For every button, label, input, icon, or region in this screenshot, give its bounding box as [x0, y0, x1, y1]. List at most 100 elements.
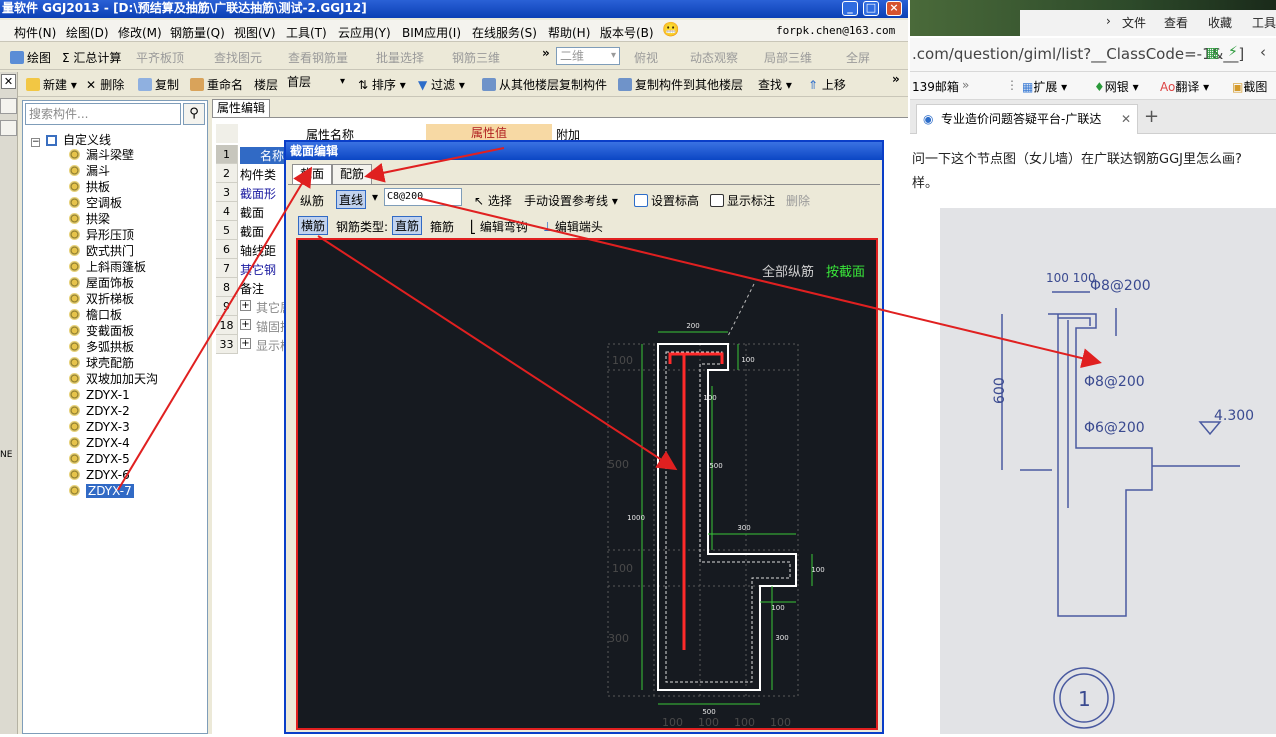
menu-cloud[interactable]: 云应用(Y) — [338, 24, 391, 41]
new-tab-icon[interactable]: + — [1144, 106, 1159, 127]
tree-item[interactable]: 双坡加加天沟 — [69, 371, 158, 387]
tree-item[interactable]: ZDYX-5 — [69, 451, 130, 467]
left-side-tab[interactable]: ✕ NE — [0, 72, 18, 734]
tree-item[interactable]: ZDYX-7 — [69, 483, 134, 499]
dynamic-view-button[interactable]: 动态观察 — [690, 49, 738, 66]
fullscreen-button[interactable]: 全屏 — [846, 49, 870, 66]
tab-close-icon[interactable]: ✕ — [1121, 105, 1131, 133]
tree-item[interactable]: 欧式拱门 — [69, 243, 134, 259]
edit-end-button[interactable]: ⟘ 编辑端头 — [544, 218, 603, 235]
browser-tab[interactable]: ◉ 专业造价问题答疑平台-广联达 ✕ — [916, 104, 1138, 134]
delete-bar-button[interactable]: 删除 — [786, 192, 810, 209]
tree-item[interactable]: 檐口板 — [69, 307, 122, 323]
fav-more-icon[interactable]: » — [962, 78, 969, 92]
rebar-spec-input[interactable]: C8@200 — [384, 188, 462, 206]
tree-item[interactable]: 多弧拱板 — [69, 339, 134, 355]
menu-component[interactable]: 构件(N) — [14, 24, 56, 41]
line-mode-button[interactable]: 直线 — [336, 190, 367, 209]
menu-online[interactable]: 在线服务(S) — [472, 24, 537, 41]
panel-tab-2[interactable] — [0, 120, 17, 136]
stirrup-button[interactable]: 箍筋 — [430, 218, 454, 235]
expand-icon[interactable]: + — [240, 319, 251, 330]
tab-section[interactable]: 截面 — [292, 164, 332, 184]
tree-item[interactable]: 拱梁 — [69, 211, 110, 227]
tree-item[interactable]: ZDYX-3 — [69, 419, 130, 435]
address-bar[interactable]: .com/question/giml/list?__ClassCode=-1&_… — [910, 38, 1276, 72]
find-element-button[interactable]: 查找图元 — [214, 49, 262, 66]
tree-root[interactable]: − 自定义线 — [31, 131, 111, 148]
set-elevation-button[interactable]: 设置标高 — [634, 192, 699, 209]
question-sketch-image[interactable]: 100 100 Φ8@200 600 Φ8@200 Φ6@200 4.300 1 — [940, 208, 1276, 734]
tree-item[interactable]: ZDYX-1 — [69, 387, 130, 403]
move-up-button[interactable]: ⇑ 上移 — [808, 76, 846, 93]
find-button[interactable]: 查找 ▾ — [758, 76, 792, 93]
menu-draw[interactable]: 绘图(D) — [66, 24, 109, 41]
account-dropdown[interactable]: forpk.chen@163.com — [776, 24, 895, 37]
sort-button[interactable]: ⇅ 排序 ▾ — [358, 76, 406, 93]
lightning-icon[interactable]: ⚡ — [1228, 44, 1238, 60]
maximize-button[interactable]: □ — [863, 1, 879, 16]
rename-button[interactable]: 重命名 — [190, 76, 243, 93]
menu-help[interactable]: 帮助(H) — [548, 24, 590, 41]
tree-item[interactable]: 球壳配筋 — [69, 355, 134, 371]
top-view-button[interactable]: 俯视 — [634, 49, 658, 66]
overflow-chevron-icon[interactable]: » — [892, 72, 900, 86]
fav-bank[interactable]: ♦网银 ▾ — [1094, 78, 1139, 95]
tab-rebar[interactable]: 配筋 — [332, 164, 372, 184]
expand-icon[interactable]: + — [240, 300, 251, 311]
tree-item[interactable]: 变截面板 — [69, 323, 134, 339]
edit-hook-button[interactable]: ⎣ 编辑弯钩 — [470, 218, 528, 235]
delete-button[interactable]: ✕ 删除 — [86, 76, 124, 93]
tree-item[interactable]: 漏斗梁壁 — [69, 147, 134, 163]
tree-item[interactable]: 上斜雨篷板 — [69, 259, 146, 275]
filter-button[interactable]: ▼ 过滤 ▾ — [418, 76, 465, 93]
fav-extensions[interactable]: ▦扩展 ▾ — [1022, 78, 1067, 95]
straight-bar-button[interactable]: 直筋 — [392, 216, 423, 235]
draw-button[interactable]: 绘图 — [10, 49, 51, 66]
flat-top-button[interactable]: 平齐板顶 — [136, 49, 184, 66]
tree-item[interactable]: 双折梯板 — [69, 291, 134, 307]
fav-translate[interactable]: Ao翻译 ▾ — [1160, 78, 1209, 95]
tree-item[interactable]: 拱板 — [69, 179, 110, 195]
copy-from-floor-button[interactable]: 从其他楼层复制构件 — [482, 76, 607, 93]
new-button[interactable]: 新建 ▾ — [26, 76, 77, 93]
fav-screenshot[interactable]: ▣截图 — [1232, 78, 1267, 95]
close-button[interactable]: × — [886, 1, 902, 16]
tree-item[interactable]: ZDYX-2 — [69, 403, 130, 419]
menu-tools[interactable]: 工具(T) — [286, 24, 327, 41]
tree-item[interactable]: 空调板 — [69, 195, 122, 211]
search-input[interactable]: 搜索构件... — [25, 103, 181, 125]
view-rebar-button[interactable]: 查看钢筋量 — [288, 49, 348, 66]
rebar-3d-button[interactable]: 钢筋三维 — [452, 49, 500, 66]
chevron-left-icon[interactable]: ‹ — [1260, 43, 1266, 61]
tree-item[interactable]: 漏斗 — [69, 163, 110, 179]
url-text[interactable]: .com/question/giml/list?__ClassCode=-1&_… — [912, 45, 1244, 63]
copy-button[interactable]: 复制 — [138, 76, 179, 93]
batch-select-button[interactable]: 批量选择 — [376, 49, 424, 66]
manual-ref-line-button[interactable]: 手动设置参考线 ▾ — [524, 192, 618, 209]
section-canvas[interactable]: 全部纵筋 按截面 200 100 100 500 1000 300 100 10… — [296, 238, 878, 730]
collapse-icon[interactable]: − — [31, 138, 40, 147]
summary-button[interactable]: Σ 汇总计算 — [62, 49, 121, 66]
tree-item[interactable]: 异形压顶 — [69, 227, 134, 243]
view-mode-select[interactable]: 二维 — [556, 47, 620, 65]
select-button[interactable]: ↖ 选择 — [474, 192, 512, 209]
tree-item[interactable]: 屋面饰板 — [69, 275, 134, 291]
line-mode-dropdown-icon[interactable]: ▾ — [372, 190, 378, 204]
copy-to-floor-button[interactable]: 复制构件到其他楼层 — [618, 76, 743, 93]
chevron-right-icon[interactable]: › — [1106, 14, 1111, 28]
qr-icon[interactable]: ▦ — [1206, 45, 1219, 61]
browser-menu-view[interactable]: 查看 — [1164, 14, 1188, 31]
overflow-chevron-icon[interactable]: » — [542, 46, 550, 60]
menu-rebar-quantity[interactable]: 钢筋量(Q) — [170, 24, 225, 41]
menu-view[interactable]: 视图(V) — [234, 24, 276, 41]
browser-menu-favorites[interactable]: 收藏 — [1208, 14, 1232, 31]
show-mark-button[interactable]: 显示标注 — [710, 192, 775, 209]
longitudinal-bar-label[interactable]: 纵筋 — [300, 192, 324, 209]
menu-version[interactable]: 版本号(B) — [600, 24, 654, 41]
tree-item[interactable]: ZDYX-4 — [69, 435, 130, 451]
transverse-bar-button[interactable]: 横筋 — [298, 216, 329, 235]
expand-icon[interactable]: + — [240, 338, 251, 349]
tab-property-edit[interactable]: 属性编辑 — [212, 99, 270, 117]
local-3d-button[interactable]: 局部三维 — [764, 49, 812, 66]
